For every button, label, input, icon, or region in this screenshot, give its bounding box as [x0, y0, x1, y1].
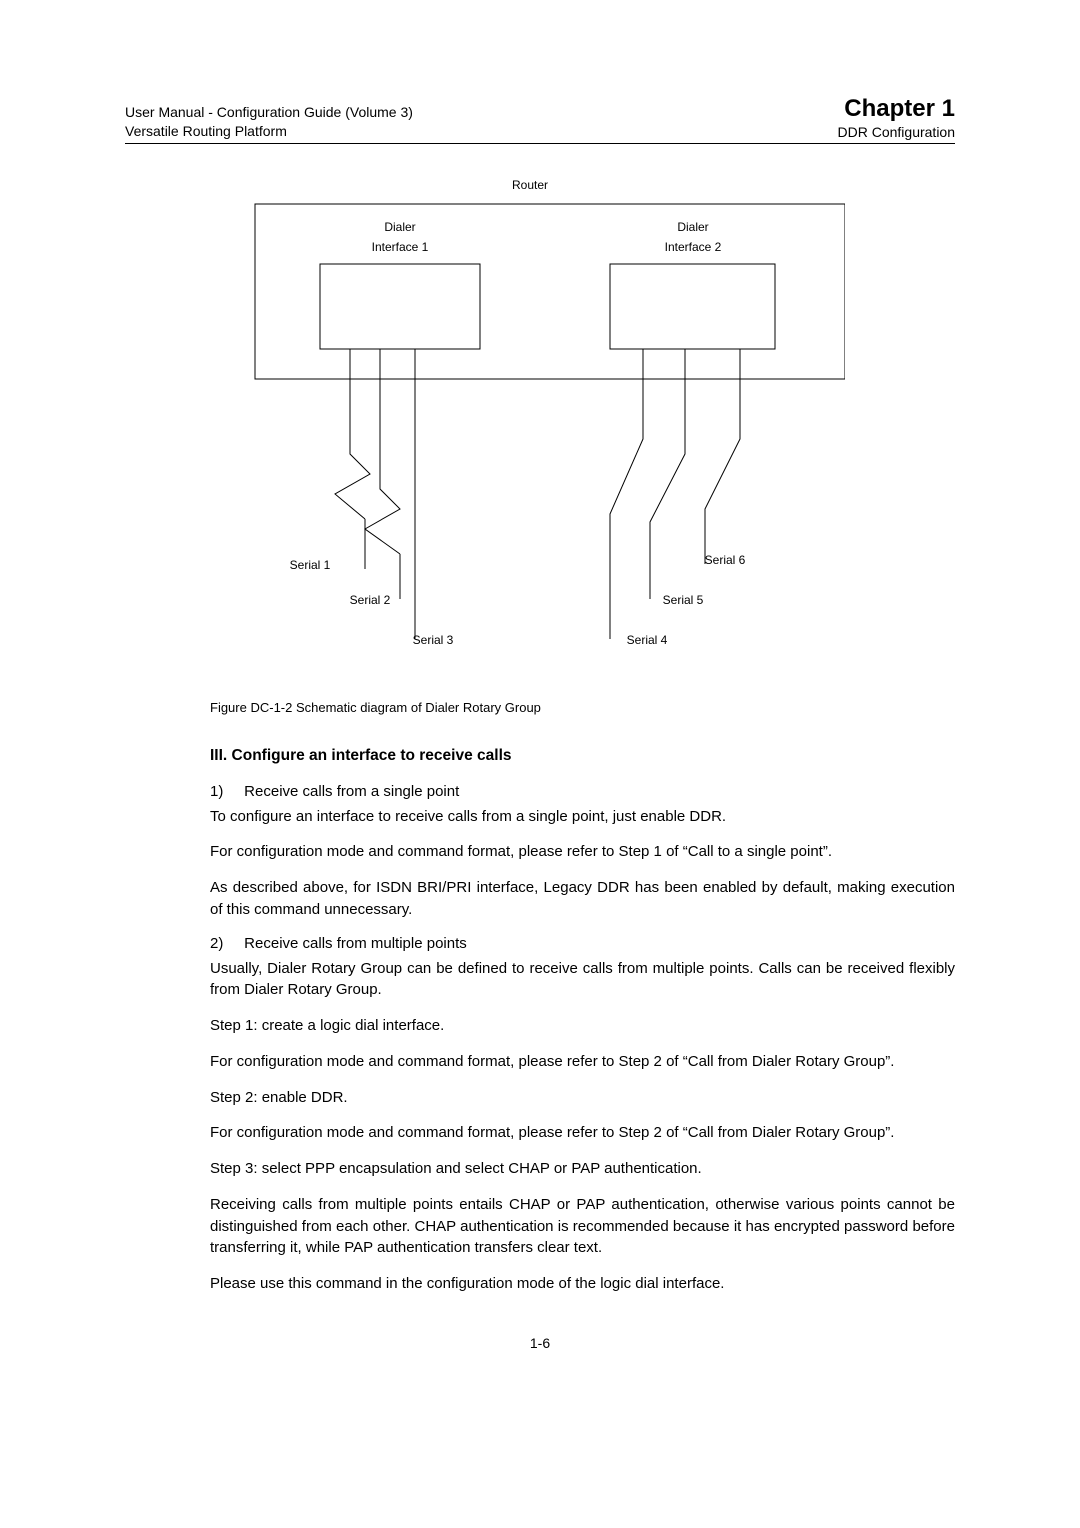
figure-number: Figure DC-1-2: [210, 700, 292, 715]
paragraph: For configuration mode and command forma…: [210, 1051, 955, 1073]
page-number: 1-6: [125, 1335, 955, 1351]
serial1-label: Serial 1: [290, 558, 331, 572]
section-heading: III. Configure an interface to receive c…: [210, 747, 955, 765]
dialer-rotary-diagram: Router Dialer Interface 1 Dialer Interfa…: [215, 174, 845, 674]
paragraph: Step 1: create a logic dial interface.: [210, 1015, 955, 1037]
serial4-label: Serial 4: [627, 633, 668, 647]
dialer2-box: [610, 264, 775, 349]
paragraph: Step 2: enable DDR.: [210, 1087, 955, 1109]
diagram-container: Router Dialer Interface 1 Dialer Interfa…: [215, 174, 955, 678]
list-item-1-num: 1): [210, 783, 240, 800]
serial3-label: Serial 3: [413, 633, 454, 647]
dialer2-label1: Dialer: [677, 220, 708, 234]
serial6-label: Serial 6: [705, 553, 746, 567]
serial2-line: [365, 379, 400, 554]
header-left-line2: Versatile Routing Platform: [125, 122, 413, 141]
list-item-2: 2) Receive calls from multiple points: [210, 935, 955, 952]
figure-text: Schematic diagram of Dialer Rotary Group: [292, 700, 541, 715]
serial4-line: [610, 379, 643, 639]
serial5-label: Serial 5: [663, 593, 704, 607]
paragraph: Please use this command in the configura…: [210, 1273, 955, 1295]
chapter-subtitle: DDR Configuration: [838, 124, 956, 141]
dialer1-box: [320, 264, 480, 349]
list-item-2-num: 2): [210, 935, 240, 952]
serial5-line: [650, 379, 685, 599]
paragraph: For configuration mode and command forma…: [210, 841, 955, 863]
paragraph: Usually, Dialer Rotary Group can be defi…: [210, 958, 955, 1002]
serial6-line: [705, 379, 740, 564]
diagram-router-label: Router: [512, 178, 548, 192]
page-header: User Manual - Configuration Guide (Volum…: [125, 95, 955, 144]
header-left-line1: User Manual - Configuration Guide (Volum…: [125, 103, 413, 122]
serial1-line: [335, 379, 370, 519]
list-item-1-text: Receive calls from a single point: [244, 783, 459, 800]
paragraph: For configuration mode and command forma…: [210, 1122, 955, 1144]
router-box: [255, 204, 845, 379]
dialer1-label2: Interface 1: [372, 240, 429, 254]
chapter-title: Chapter 1: [838, 95, 956, 124]
header-left: User Manual - Configuration Guide (Volum…: [125, 103, 413, 141]
dialer1-label1: Dialer: [384, 220, 415, 234]
list-item-2-text: Receive calls from multiple points: [244, 935, 467, 952]
serial2-label: Serial 2: [350, 593, 391, 607]
dialer2-label2: Interface 2: [665, 240, 722, 254]
list-item-1: 1) Receive calls from a single point: [210, 783, 955, 800]
paragraph: As described above, for ISDN BRI/PRI int…: [210, 877, 955, 921]
paragraph: Step 3: select PPP encapsulation and sel…: [210, 1158, 955, 1180]
paragraph: To configure an interface to receive cal…: [210, 806, 955, 828]
header-right: Chapter 1 DDR Configuration: [838, 95, 956, 141]
paragraph: Receiving calls from multiple points ent…: [210, 1194, 955, 1259]
figure-caption: Figure DC-1-2 Schematic diagram of Diale…: [210, 700, 955, 715]
page-container: User Manual - Configuration Guide (Volum…: [0, 0, 1080, 1411]
